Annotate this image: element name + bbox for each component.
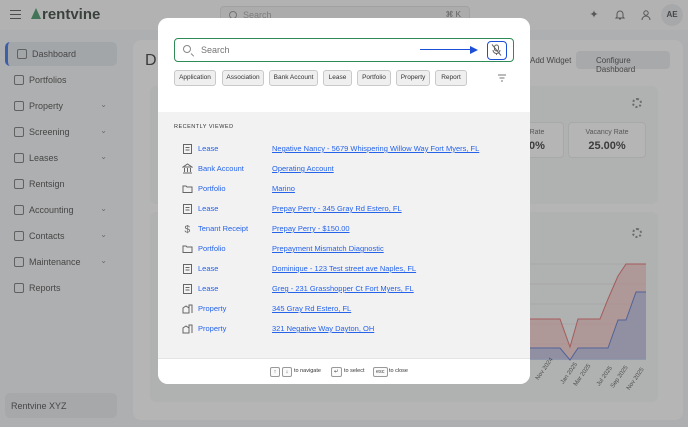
- filter-chip-property[interactable]: Property: [396, 70, 430, 86]
- recent-item-type: Portfolio: [198, 184, 226, 193]
- navigate-hint: to navigate: [294, 368, 321, 374]
- clipboard-icon: [183, 284, 192, 294]
- recently-viewed-heading: RECENTLY VIEWED: [174, 124, 234, 130]
- filter-chip-report[interactable]: Report: [435, 70, 467, 86]
- filter-chip-lease[interactable]: Lease: [323, 70, 352, 86]
- arrow-down-key: ↓: [282, 367, 292, 377]
- filter-chip-association[interactable]: Association: [222, 70, 264, 86]
- escape-key: esc: [373, 367, 388, 377]
- recent-item-type: Bank Account: [198, 164, 244, 173]
- recent-item[interactable]: Property 321 Negative Way Dayton, OH: [182, 322, 502, 336]
- recent-item-type: Lease: [198, 144, 219, 153]
- arrow-up-key: ↑: [270, 367, 280, 377]
- close-hint: to close: [389, 368, 408, 374]
- building-icon: [182, 324, 193, 334]
- building-icon: [182, 304, 193, 314]
- annotation-arrowhead-icon: [470, 46, 478, 54]
- recent-item-type: Property: [198, 304, 227, 313]
- recent-item-link[interactable]: 345 Gray Rd Estero, FL: [272, 304, 351, 313]
- recent-item-link[interactable]: Marino: [272, 184, 295, 193]
- recent-item-link[interactable]: 321 Negative Way Dayton, OH: [272, 324, 374, 333]
- keyboard-hints: ↑ ↓ to navigate ↵ to select esc to close: [158, 358, 530, 384]
- search-modal: Application Association Bank Account Lea…: [158, 18, 530, 384]
- search-input[interactable]: [201, 42, 471, 58]
- recent-item[interactable]: Portfolio Prepayment Mismatch Diagnostic: [182, 242, 502, 256]
- recent-item-link[interactable]: Negative Nancy - 5679 Whispering Willow …: [272, 144, 479, 153]
- recent-item-link[interactable]: Dominique - 123 Test street ave Naples, …: [272, 264, 416, 273]
- recent-item-type: Tenant Receipt: [198, 224, 249, 233]
- recent-item-link[interactable]: Operating Account: [272, 164, 334, 173]
- svg-text:$: $: [185, 225, 191, 235]
- filter-chip-portfolio[interactable]: Portfolio: [357, 70, 391, 86]
- recent-item-link[interactable]: Prepay Perry - $150.00: [272, 224, 350, 233]
- dollar-icon: $: [185, 225, 191, 235]
- recent-item-type: Lease: [198, 204, 219, 213]
- search-field[interactable]: [174, 38, 514, 62]
- recent-item-type: Property: [198, 324, 227, 333]
- filter-icon[interactable]: [497, 73, 507, 83]
- search-icon: [183, 45, 191, 53]
- recent-item[interactable]: Bank Account Operating Account: [182, 162, 502, 176]
- folder-icon: [182, 185, 193, 193]
- modal-search-header: Application Association Bank Account Lea…: [158, 18, 530, 112]
- recent-item[interactable]: Lease Negative Nancy - 5679 Whispering W…: [182, 142, 502, 156]
- filter-chip-application[interactable]: Application: [174, 70, 216, 86]
- recent-item[interactable]: $ Tenant Receipt Prepay Perry - $150.00: [182, 222, 502, 236]
- recent-item-type: Lease: [198, 284, 219, 293]
- recent-item-link[interactable]: Prepayment Mismatch Diagnostic: [272, 244, 384, 253]
- filter-chip-bank-account[interactable]: Bank Account: [269, 70, 318, 86]
- folder-icon: [182, 245, 193, 253]
- recent-item[interactable]: Lease Prepay Perry - 345 Gray Rd Estero,…: [182, 202, 502, 216]
- annotation-arrow-icon: [420, 49, 472, 50]
- clipboard-icon: [183, 144, 192, 154]
- recent-item[interactable]: Lease Greg - 231 Grasshopper Ct Fort Mye…: [182, 282, 502, 296]
- recent-item[interactable]: Lease Dominique - 123 Test street ave Na…: [182, 262, 502, 276]
- recent-item-type: Portfolio: [198, 244, 226, 253]
- bank-icon: [182, 163, 193, 174]
- microphone-off-icon: [491, 44, 502, 56]
- recent-item[interactable]: Portfolio Marino: [182, 182, 502, 196]
- select-hint: to select: [344, 368, 365, 374]
- recent-item-link[interactable]: Greg - 231 Grasshopper Ct Fort Myers, FL: [272, 284, 414, 293]
- recent-item-link[interactable]: Prepay Perry - 345 Gray Rd Estero, FL: [272, 204, 402, 213]
- enter-key: ↵: [331, 367, 342, 377]
- microphone-off-button[interactable]: [487, 41, 507, 60]
- clipboard-icon: [183, 204, 192, 214]
- recent-item-type: Lease: [198, 264, 219, 273]
- recent-item[interactable]: Property 345 Gray Rd Estero, FL: [182, 302, 502, 316]
- clipboard-icon: [183, 264, 192, 274]
